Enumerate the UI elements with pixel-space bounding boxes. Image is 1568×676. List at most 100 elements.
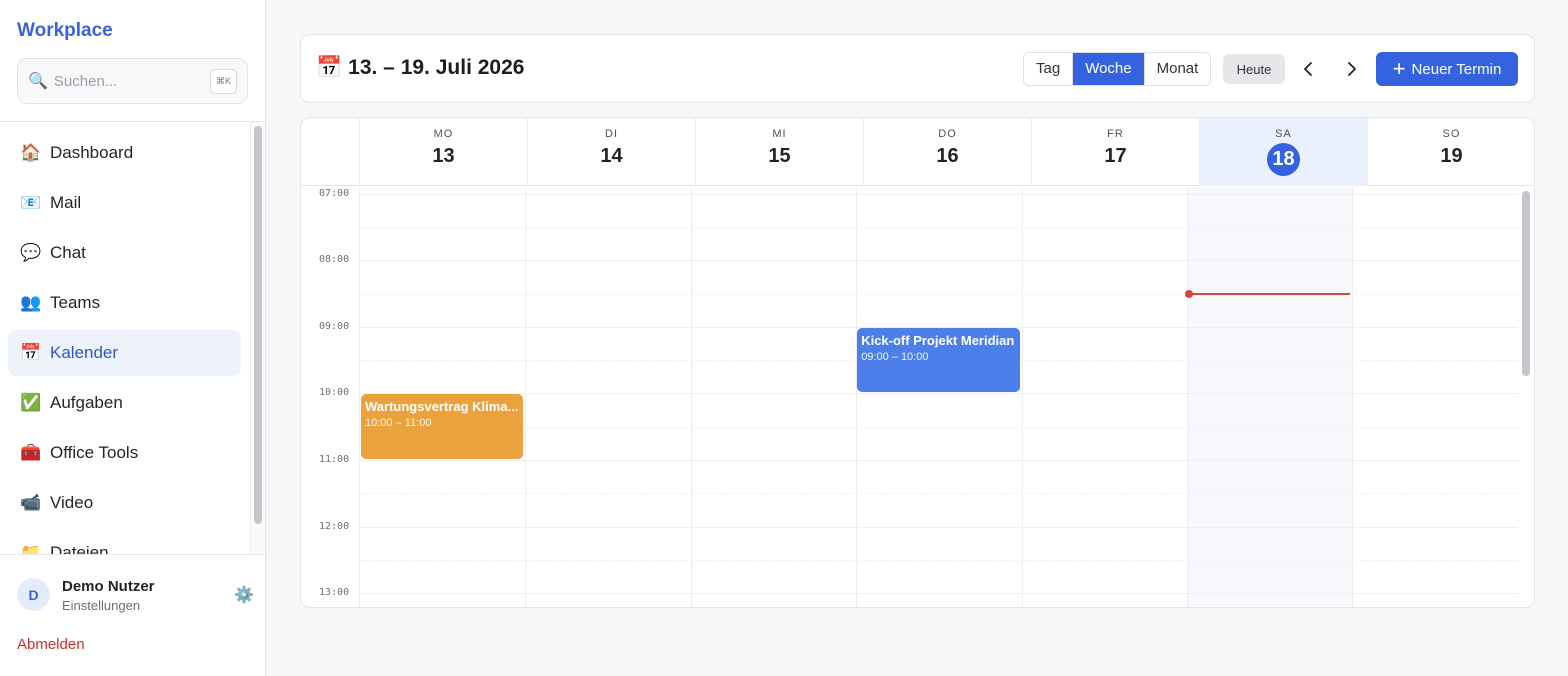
- logout-link[interactable]: Abmelden: [17, 636, 85, 653]
- search-box[interactable]: 🔍 ⌘K: [17, 58, 248, 104]
- sidebar-item-label: Office Tools: [50, 443, 139, 462]
- dateien-icon: 📁: [20, 543, 42, 554]
- half-hour-gridline: [360, 493, 1518, 495]
- sidebar-item-label: Dashboard: [50, 143, 134, 162]
- half-hour-gridline: [360, 226, 1518, 228]
- sidebar-item-office-tools[interactable]: 🧰 Office Tools: [8, 430, 241, 476]
- divider: [0, 554, 265, 555]
- day-column-header[interactable]: DO 16: [864, 118, 1032, 186]
- new-event-button[interactable]: + Neuer Termin: [1376, 52, 1518, 86]
- event-title: Kick-off Projekt Meridian: [861, 332, 1015, 348]
- sidebar-item-aufgaben[interactable]: ✅ Aufgaben: [8, 380, 241, 426]
- hour-label: 08:00: [319, 254, 350, 266]
- calendar-scrollbar-thumb[interactable]: [1522, 191, 1530, 376]
- weekday-label: DO: [938, 128, 957, 140]
- gear-icon[interactable]: ⚙️: [234, 585, 254, 605]
- mail-icon: 📧: [20, 193, 42, 212]
- day-column-divider: [1021, 187, 1023, 607]
- hour-gridline: [360, 393, 1518, 395]
- hour-label: 10:00: [319, 387, 350, 399]
- day-column-divider: [1187, 187, 1188, 607]
- view-week-button[interactable]: Woche: [1073, 53, 1145, 85]
- kalender-icon: 📅: [20, 343, 42, 362]
- gutter-divider: [359, 187, 360, 607]
- sidebar-nav: 🏠 Dashboard 📧 Mail 💬 Chat 👥 Teams 📅 Kalender ✅ Aufg…: [0, 122, 265, 554]
- day-header-row: MO 13 DI 14 MI 15 DO 16 FR 17 SA 18 SO 19: [301, 118, 1534, 186]
- plus-icon: +: [1392, 56, 1406, 81]
- day-column-header[interactable]: MI 15: [696, 118, 864, 186]
- date-number: 16: [936, 145, 959, 167]
- day-column-header[interactable]: SO 19: [1368, 118, 1534, 186]
- search-input[interactable]: [53, 72, 204, 90]
- day-column-header[interactable]: FR 17: [1032, 118, 1200, 186]
- date-number: 17: [1104, 145, 1127, 167]
- hour-label: 11:00: [319, 454, 350, 466]
- magnifier-icon: 🔍: [28, 73, 48, 90]
- calendar-event[interactable]: Kick-off Projekt Meridian 09:00 – 10:00: [857, 327, 1020, 393]
- date-number: 13: [432, 145, 455, 167]
- day-column-divider: [690, 187, 692, 607]
- today-column-highlight: [1187, 187, 1353, 607]
- next-week-button[interactable]: [1337, 55, 1365, 83]
- chat-icon: 💬: [20, 243, 42, 262]
- hour-label: 12:00: [319, 520, 350, 532]
- today-date-badge: 18: [1267, 143, 1300, 176]
- weekday-label: FR: [1107, 128, 1124, 140]
- avatar[interactable]: D: [17, 578, 50, 611]
- hour-gridline: [360, 260, 1518, 262]
- sidebar-item-label: Dateien: [50, 543, 109, 554]
- page-title: 📅 13. – 19. Juli 2026: [316, 56, 524, 80]
- hour-gridline: [360, 593, 1518, 595]
- calendar-event[interactable]: Wartungsvertrag Klima... 10:00 – 11:00: [361, 394, 524, 460]
- chevron-left-icon: [1304, 62, 1312, 76]
- day-column-divider: [525, 187, 527, 607]
- view-switcher: Tag Woche Monat: [1023, 52, 1212, 86]
- hour-label: 13:00: [319, 587, 350, 599]
- sidebar-item-label: Aufgaben: [50, 393, 123, 412]
- hour-gridline: [360, 526, 1518, 528]
- time-grid[interactable]: 07:00 08:00 09:00 10:00 11:00 12:00 13:00 Kick-…: [301, 187, 1534, 607]
- sidebar-item-kalender[interactable]: 📅 Kalender: [8, 330, 241, 376]
- sidebar-scrollbar-thumb[interactable]: [254, 126, 262, 524]
- brand-logo-text[interactable]: Workplace: [17, 20, 113, 42]
- nav-list: 🏠 Dashboard 📧 Mail 💬 Chat 👥 Teams 📅 Kalender ✅ Aufg…: [8, 130, 241, 554]
- sidebar-item-dashboard[interactable]: 🏠 Dashboard: [8, 130, 241, 176]
- sidebar-item-teams[interactable]: 👥 Teams: [8, 280, 241, 326]
- shortcut-hint: ⌘K: [210, 68, 237, 94]
- chevron-right-icon: [1348, 62, 1356, 76]
- hour-gridline: [360, 193, 1518, 195]
- office-tools-icon: 🧰: [20, 443, 42, 462]
- today-button[interactable]: Heute: [1223, 54, 1285, 84]
- sidebar-item-video[interactable]: 📹 Video: [8, 480, 241, 526]
- current-time-line: [1189, 292, 1351, 295]
- weekday-label: SO: [1442, 128, 1461, 140]
- sidebar-item-label: Mail: [50, 193, 82, 212]
- sidebar-item-chat[interactable]: 💬 Chat: [8, 230, 241, 276]
- half-hour-gridline: [360, 426, 1518, 428]
- teams-icon: 👥: [20, 293, 42, 312]
- day-column-header[interactable]: SA 18: [1200, 118, 1368, 186]
- dashboard-icon: 🏠: [20, 143, 42, 162]
- date-range-title: 13. – 19. Juli 2026: [348, 56, 525, 79]
- video-icon: 📹: [20, 493, 42, 512]
- sidebar-item-mail[interactable]: 📧 Mail: [8, 180, 241, 226]
- sidebar-item-dateien[interactable]: 📁 Dateien: [8, 530, 241, 554]
- event-time: 09:00 – 10:00: [861, 350, 929, 363]
- day-column-divider: [1352, 187, 1354, 607]
- user-settings-link[interactable]: Einstellungen: [62, 598, 140, 613]
- day-column-header[interactable]: MO 13: [360, 118, 528, 186]
- sidebar-item-label: Teams: [50, 293, 101, 312]
- date-number: 19: [1440, 145, 1463, 167]
- day-column-header[interactable]: DI 14: [528, 118, 696, 186]
- previous-week-button[interactable]: [1295, 55, 1323, 83]
- time-gutter-header: [301, 118, 360, 186]
- weekday-label: MI: [772, 128, 787, 140]
- weekday-label: MO: [433, 128, 454, 140]
- view-month-button[interactable]: Monat: [1144, 53, 1211, 85]
- hour-gridline: [360, 460, 1518, 462]
- current-time-dot: [1185, 289, 1193, 298]
- sidebar-item-label: Kalender: [50, 343, 119, 362]
- half-hour-gridline: [360, 559, 1518, 561]
- hour-label: 07:00: [319, 187, 350, 199]
- view-day-button[interactable]: Tag: [1024, 53, 1074, 85]
